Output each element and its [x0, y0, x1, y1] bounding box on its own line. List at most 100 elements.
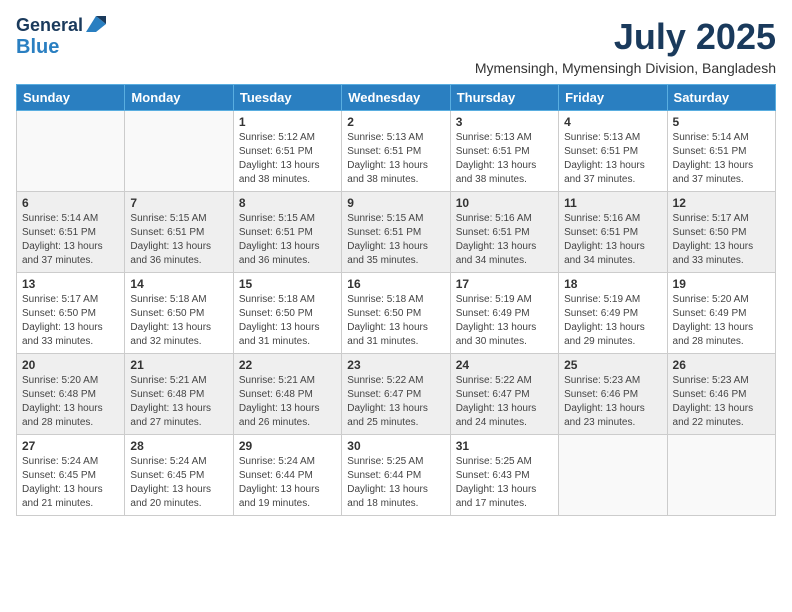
calendar-table: SundayMondayTuesdayWednesdayThursdayFrid…	[16, 84, 776, 516]
location-subtitle: Mymensingh, Mymensingh Division, Banglad…	[475, 60, 776, 76]
day-info: Sunrise: 5:25 AMSunset: 6:44 PMDaylight:…	[347, 455, 444, 511]
day-info: Sunrise: 5:17 AMSunset: 6:50 PMDaylight:…	[22, 293, 119, 349]
day-info: Sunrise: 5:25 AMSunset: 6:43 PMDaylight:…	[456, 455, 553, 511]
calendar-cell: 24 Sunrise: 5:22 AMSunset: 6:47 PMDayligh…	[450, 354, 558, 435]
day-info: Sunrise: 5:14 AMSunset: 6:51 PMDaylight:…	[22, 212, 119, 268]
day-number: 16	[347, 277, 444, 291]
calendar-cell	[17, 111, 125, 192]
day-number: 26	[673, 358, 770, 372]
day-number: 4	[564, 115, 661, 129]
calendar-cell: 18Sunrise: 5:19 AMSunset: 6:49 PMDayligh…	[559, 273, 667, 354]
day-info: Sunrise: 5:23 AMSunset: 6:46 PMDaylight:…	[564, 374, 661, 430]
calendar-cell: 16 Sunrise: 5:18 AMSunset: 6:50 PMDayligh…	[342, 273, 450, 354]
month-year-title: July 2025	[475, 16, 776, 58]
day-number: 20	[22, 358, 119, 372]
calendar-cell: 11 Sunrise: 5:16 AMSunset: 6:51 PMDayligh…	[559, 192, 667, 273]
calendar-week-2: 6 Sunrise: 5:14 AMSunset: 6:51 PMDaylight…	[17, 192, 776, 273]
calendar-week-5: 27 Sunrise: 5:24 AMSunset: 6:45 PMDayligh…	[17, 435, 776, 516]
calendar-cell: 14Sunrise: 5:18 AMSunset: 6:50 PMDayligh…	[125, 273, 233, 354]
day-info: Sunrise: 5:13 AMSunset: 6:51 PMDaylight:…	[347, 131, 444, 187]
day-info: Sunrise: 5:12 AMSunset: 6:51 PMDaylight:…	[239, 131, 336, 187]
day-number: 25	[564, 358, 661, 372]
day-info: Sunrise: 5:16 AMSunset: 6:51 PMDaylight:…	[564, 212, 661, 268]
calendar-cell: 28Sunrise: 5:24 AMSunset: 6:45 PMDayligh…	[125, 435, 233, 516]
day-info: Sunrise: 5:20 AMSunset: 6:49 PMDaylight:…	[673, 293, 770, 349]
calendar-cell: 4 Sunrise: 5:13 AMSunset: 6:51 PMDaylight…	[559, 111, 667, 192]
calendar-cell: 26Sunrise: 5:23 AMSunset: 6:46 PMDayligh…	[667, 354, 775, 435]
weekday-header-monday: Monday	[125, 85, 233, 111]
calendar-cell: 29 Sunrise: 5:24 AMSunset: 6:44 PMDayligh…	[233, 435, 341, 516]
day-info: Sunrise: 5:24 AMSunset: 6:45 PMDaylight:…	[22, 455, 119, 511]
weekday-header-tuesday: Tuesday	[233, 85, 341, 111]
calendar-cell: 31 Sunrise: 5:25 AMSunset: 6:43 PMDayligh…	[450, 435, 558, 516]
day-info: Sunrise: 5:13 AMSunset: 6:51 PMDaylight:…	[456, 131, 553, 187]
calendar-cell	[667, 435, 775, 516]
calendar-cell: 21 Sunrise: 5:21 AMSunset: 6:48 PMDayligh…	[125, 354, 233, 435]
day-info: Sunrise: 5:24 AMSunset: 6:45 PMDaylight:…	[130, 455, 227, 511]
calendar-cell	[559, 435, 667, 516]
day-info: Sunrise: 5:13 AMSunset: 6:51 PMDaylight:…	[564, 131, 661, 187]
day-number: 5	[673, 115, 770, 129]
weekday-header-thursday: Thursday	[450, 85, 558, 111]
weekday-header-saturday: Saturday	[667, 85, 775, 111]
day-info: Sunrise: 5:24 AMSunset: 6:44 PMDaylight:…	[239, 455, 336, 511]
calendar-week-1: 1 Sunrise: 5:12 AMSunset: 6:51 PMDaylight…	[17, 111, 776, 192]
day-number: 21	[130, 358, 227, 372]
day-number: 14	[130, 277, 227, 291]
calendar-cell: 2 Sunrise: 5:13 AMSunset: 6:51 PMDaylight…	[342, 111, 450, 192]
day-info: Sunrise: 5:15 AMSunset: 6:51 PMDaylight:…	[347, 212, 444, 268]
calendar-cell: 19Sunrise: 5:20 AMSunset: 6:49 PMDayligh…	[667, 273, 775, 354]
calendar-cell: 27 Sunrise: 5:24 AMSunset: 6:45 PMDayligh…	[17, 435, 125, 516]
day-info: Sunrise: 5:21 AMSunset: 6:48 PMDaylight:…	[130, 374, 227, 430]
calendar-cell: 30Sunrise: 5:25 AMSunset: 6:44 PMDayligh…	[342, 435, 450, 516]
day-number: 2	[347, 115, 444, 129]
calendar-cell: 7Sunrise: 5:15 AMSunset: 6:51 PMDaylight…	[125, 192, 233, 273]
day-number: 1	[239, 115, 336, 129]
day-info: Sunrise: 5:18 AMSunset: 6:50 PMDaylight:…	[347, 293, 444, 349]
calendar-cell: 15 Sunrise: 5:18 AMSunset: 6:50 PMDayligh…	[233, 273, 341, 354]
day-info: Sunrise: 5:22 AMSunset: 6:47 PMDaylight:…	[456, 374, 553, 430]
day-info: Sunrise: 5:16 AMSunset: 6:51 PMDaylight:…	[456, 212, 553, 268]
page-header: General Blue July 2025 Mymensingh, Mymen…	[16, 16, 776, 76]
logo: General Blue	[16, 16, 106, 58]
day-number: 13	[22, 277, 119, 291]
day-number: 29	[239, 439, 336, 453]
day-info: Sunrise: 5:18 AMSunset: 6:50 PMDaylight:…	[239, 293, 336, 349]
day-number: 22	[239, 358, 336, 372]
logo-general: General	[16, 16, 83, 36]
day-number: 24	[456, 358, 553, 372]
day-number: 9	[347, 196, 444, 210]
day-info: Sunrise: 5:20 AMSunset: 6:48 PMDaylight:…	[22, 374, 119, 430]
day-info: Sunrise: 5:15 AMSunset: 6:51 PMDaylight:…	[239, 212, 336, 268]
calendar-header-row: SundayMondayTuesdayWednesdayThursdayFrid…	[17, 85, 776, 111]
day-number: 6	[22, 196, 119, 210]
calendar-cell: 12Sunrise: 5:17 AMSunset: 6:50 PMDayligh…	[667, 192, 775, 273]
day-number: 17	[456, 277, 553, 291]
calendar-cell: 10 Sunrise: 5:16 AMSunset: 6:51 PMDayligh…	[450, 192, 558, 273]
calendar-week-3: 13 Sunrise: 5:17 AMSunset: 6:50 PMDayligh…	[17, 273, 776, 354]
logo-blue: Blue	[16, 36, 59, 58]
day-number: 23	[347, 358, 444, 372]
calendar-cell: 5 Sunrise: 5:14 AMSunset: 6:51 PMDaylight…	[667, 111, 775, 192]
calendar-cell	[125, 111, 233, 192]
day-number: 3	[456, 115, 553, 129]
day-number: 8	[239, 196, 336, 210]
calendar-cell: 25 Sunrise: 5:23 AMSunset: 6:46 PMDayligh…	[559, 354, 667, 435]
logo-icon	[86, 16, 106, 32]
calendar-cell: 1 Sunrise: 5:12 AMSunset: 6:51 PMDaylight…	[233, 111, 341, 192]
calendar-cell: 22 Sunrise: 5:21 AMSunset: 6:48 PMDayligh…	[233, 354, 341, 435]
calendar-cell: 13 Sunrise: 5:17 AMSunset: 6:50 PMDayligh…	[17, 273, 125, 354]
day-number: 11	[564, 196, 661, 210]
day-number: 15	[239, 277, 336, 291]
calendar-cell: 23 Sunrise: 5:22 AMSunset: 6:47 PMDayligh…	[342, 354, 450, 435]
day-number: 12	[673, 196, 770, 210]
weekday-header-friday: Friday	[559, 85, 667, 111]
day-number: 7	[130, 196, 227, 210]
day-number: 27	[22, 439, 119, 453]
day-info: Sunrise: 5:22 AMSunset: 6:47 PMDaylight:…	[347, 374, 444, 430]
day-info: Sunrise: 5:14 AMSunset: 6:51 PMDaylight:…	[673, 131, 770, 187]
day-info: Sunrise: 5:21 AMSunset: 6:48 PMDaylight:…	[239, 374, 336, 430]
day-number: 31	[456, 439, 553, 453]
calendar-cell: 17Sunrise: 5:19 AMSunset: 6:49 PMDayligh…	[450, 273, 558, 354]
day-number: 10	[456, 196, 553, 210]
